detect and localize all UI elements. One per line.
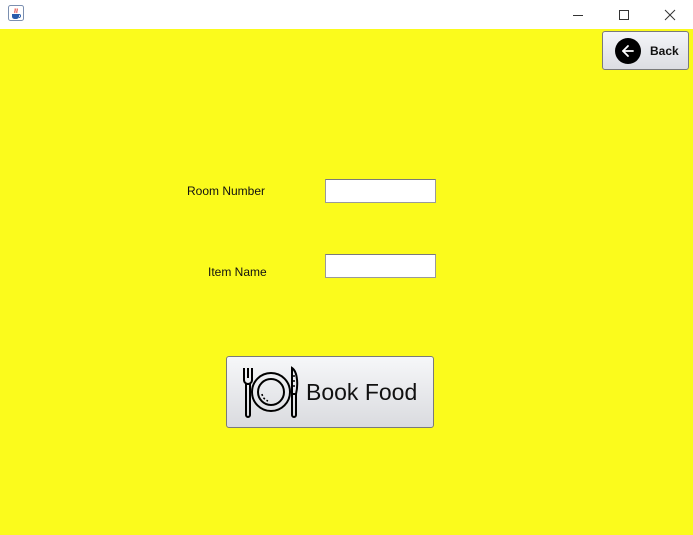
arrow-left-circle-icon: [615, 37, 641, 64]
close-button[interactable]: [647, 0, 693, 29]
minimize-icon: [573, 14, 583, 16]
room-number-input[interactable]: [325, 179, 436, 203]
close-icon: [664, 9, 676, 20]
room-number-label: Room Number: [187, 184, 266, 198]
item-name-label: Item Name: [208, 265, 267, 279]
back-button-label: Back: [650, 43, 679, 58]
book-food-button[interactable]: Book Food: [226, 356, 434, 428]
app-window: Back Room Number Item Name Book Food: [0, 0, 693, 535]
maximize-icon: [619, 9, 629, 20]
book-food-button-label: Book Food: [306, 378, 418, 405]
content-panel: Back Room Number Item Name Book Food: [0, 29, 693, 535]
item-name-input[interactable]: [325, 254, 436, 278]
java-cup-icon: [8, 5, 24, 21]
back-button[interactable]: Back: [602, 31, 689, 70]
plate-fork-knife-icon: [243, 366, 299, 418]
maximize-button[interactable]: [601, 0, 647, 29]
minimize-button[interactable]: [555, 0, 601, 29]
title-bar[interactable]: [0, 0, 693, 29]
